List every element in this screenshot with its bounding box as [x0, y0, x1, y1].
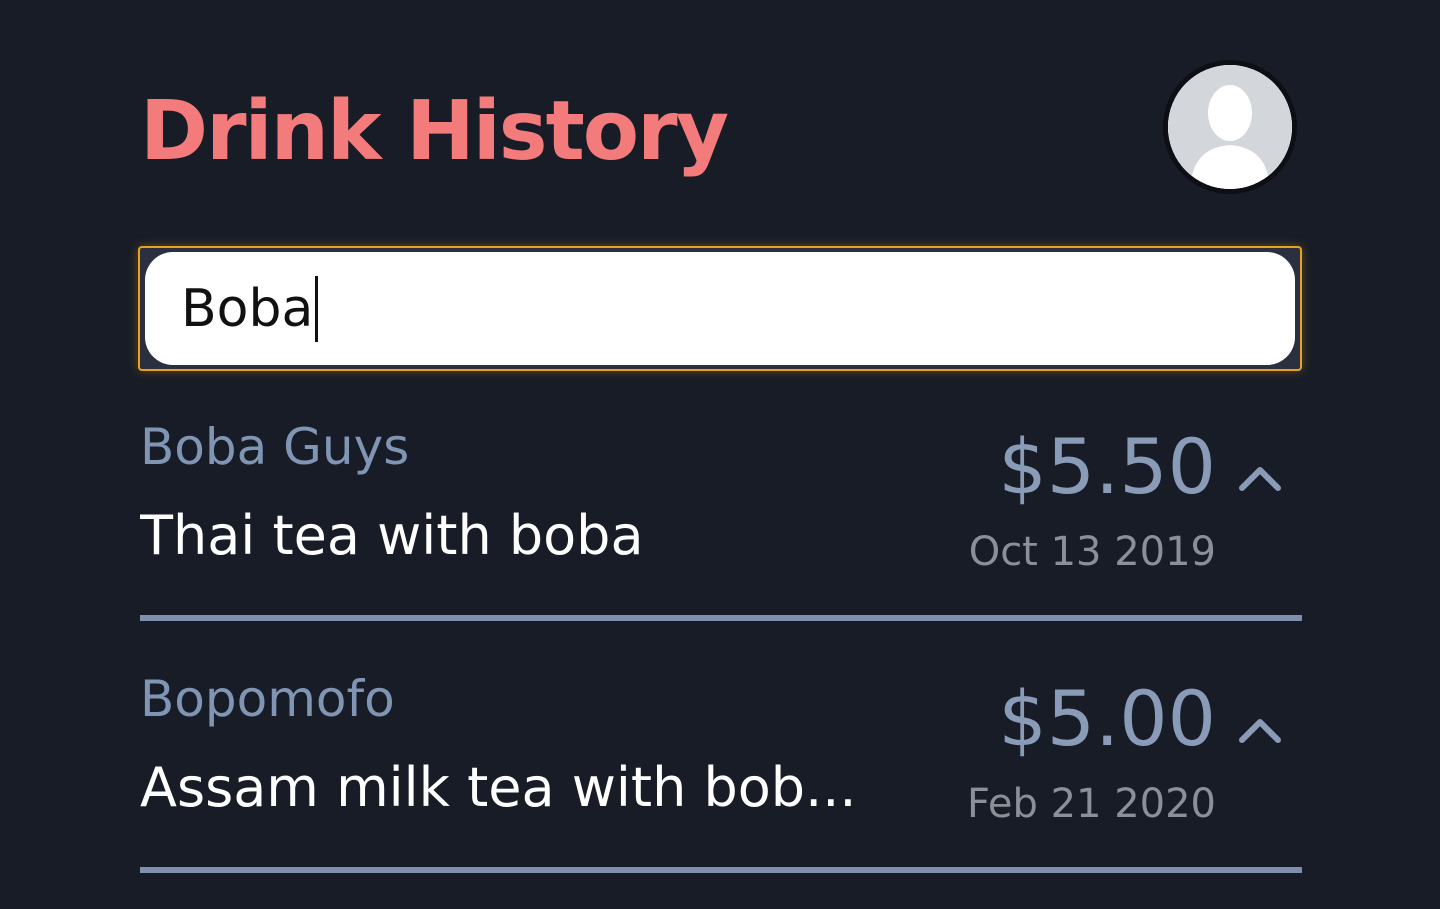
- drink-name: Assam milk tea with bob...: [140, 756, 857, 819]
- price: $5.00: [998, 674, 1216, 763]
- shop-name: Bopomofo: [140, 670, 395, 728]
- price: $5.50: [998, 422, 1216, 511]
- drink-history-screen: Drink History Boba Boba Guys Thai tea wi…: [0, 0, 1440, 909]
- divider: [140, 867, 1302, 873]
- date: Oct 13 2019: [968, 529, 1216, 575]
- date: Feb 21 2020: [967, 781, 1216, 827]
- search-focus-ring: Boba: [138, 246, 1302, 371]
- user-silhouette-icon: [1168, 65, 1292, 189]
- search-input[interactable]: Boba: [145, 252, 1295, 365]
- text-caret: [315, 275, 319, 342]
- page-title: Drink History: [140, 84, 729, 179]
- chevron-up-icon[interactable]: [1236, 714, 1284, 744]
- search-input-value: Boba: [181, 278, 314, 339]
- chevron-up-icon[interactable]: [1236, 462, 1284, 492]
- drink-name: Thai tea with boba: [140, 504, 644, 567]
- avatar[interactable]: [1163, 60, 1297, 194]
- shop-name: Boba Guys: [140, 418, 410, 476]
- divider: [140, 615, 1302, 621]
